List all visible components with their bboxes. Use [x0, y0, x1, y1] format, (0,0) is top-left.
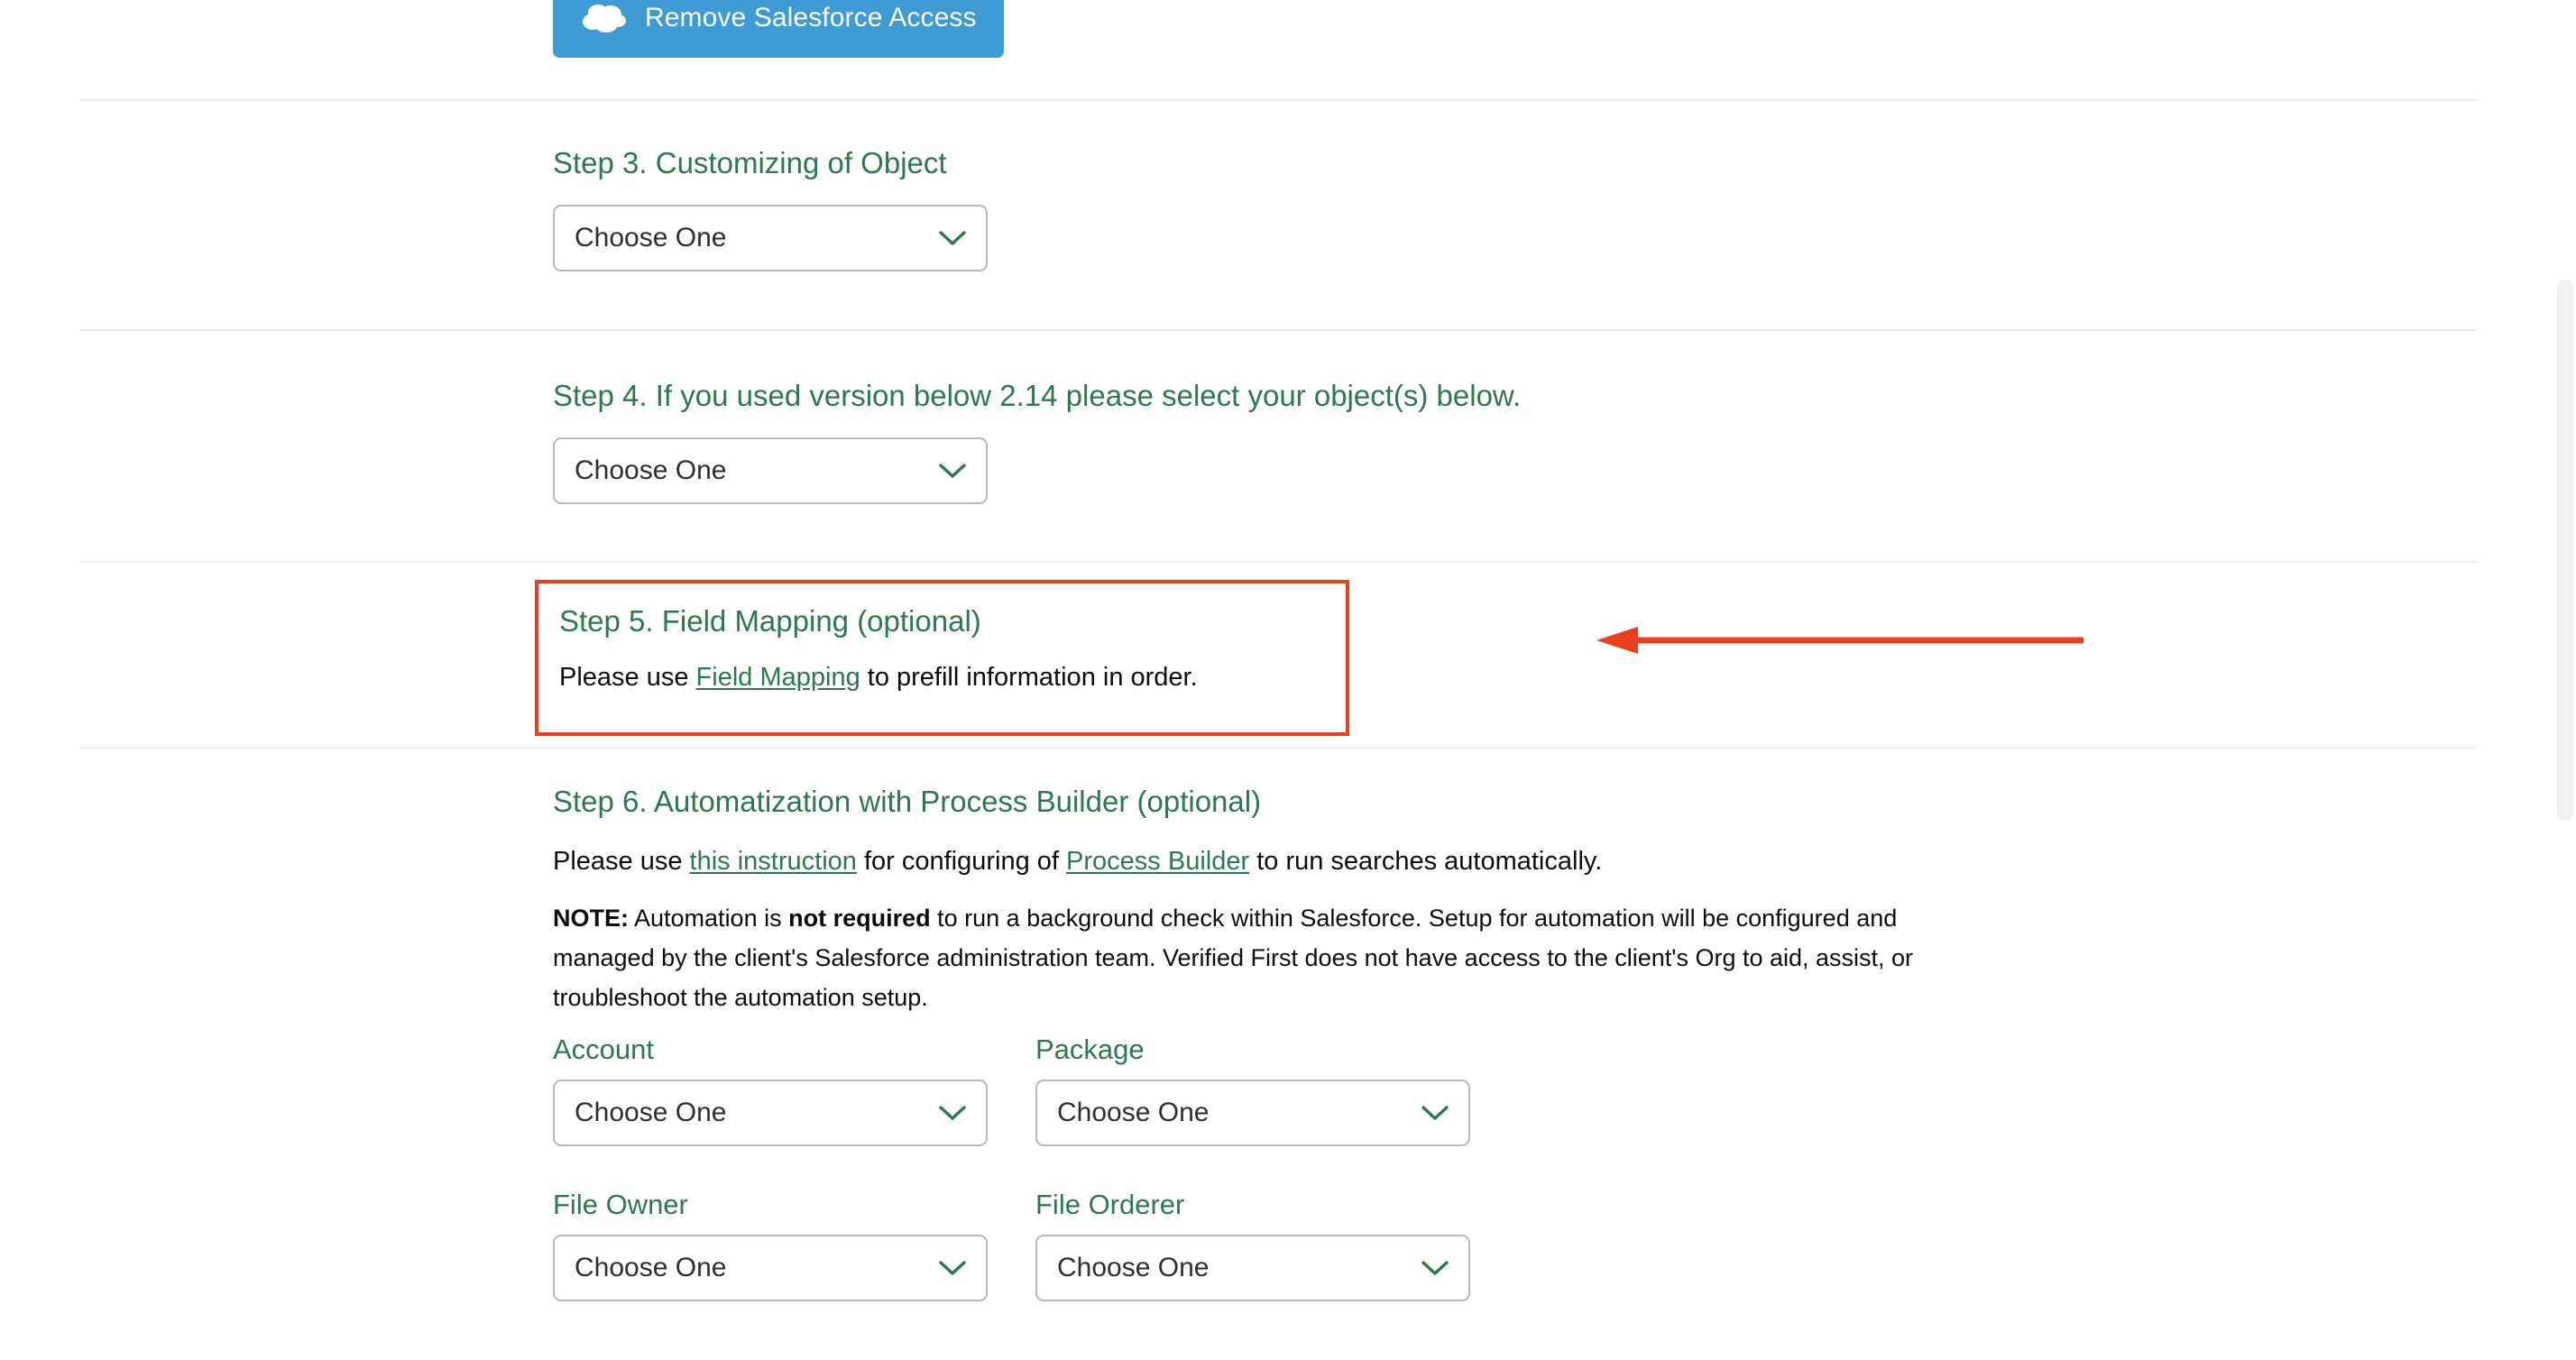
step-6-heading: Step 6. Automatization with Process Buil… — [553, 785, 1262, 818]
section-divider — [79, 99, 2476, 101]
automation-note: NOTE: Automation is not required to run … — [553, 899, 2001, 1017]
step-6-section: Step 6. Automatization with Process Buil… — [553, 783, 2001, 1017]
step-4-heading: Step 4. If you used version below 2.14 p… — [553, 379, 1522, 412]
page-scrollbar-thumb[interactable] — [2557, 280, 2573, 821]
step-5-text-before: Please use — [559, 663, 696, 693]
step-4-section: Step 4. If you used version below 2.14 p… — [553, 377, 1522, 505]
chevron-down-icon — [937, 1103, 968, 1123]
page-root: Remove Salesforce Access Step 3. Customi… — [0, 0, 2576, 1360]
file-owner-field-group: File Owner Choose One — [553, 1190, 988, 1301]
note-bold-phrase: not required — [788, 905, 931, 933]
chevron-down-icon — [1420, 1103, 1450, 1123]
package-field-group: Package Choose One — [1035, 1035, 1470, 1146]
remove-salesforce-access-label: Remove Salesforce Access — [645, 3, 977, 32]
account-field-group: Account Choose One — [553, 1035, 988, 1146]
step-6-description: Please use this instruction for configur… — [553, 843, 2001, 879]
salesforce-access-button-row: Remove Salesforce Access — [553, 0, 1004, 58]
package-select[interactable]: Choose One — [1035, 1080, 1470, 1146]
step-4-select[interactable]: Choose One — [553, 437, 988, 505]
account-label: Account — [553, 1034, 655, 1065]
chevron-down-icon — [937, 461, 968, 481]
section-divider — [79, 747, 2476, 749]
remove-salesforce-access-button[interactable]: Remove Salesforce Access — [553, 0, 1004, 58]
section-divider — [79, 561, 2476, 563]
file-orderer-select[interactable]: Choose One — [1035, 1235, 1470, 1301]
file-orderer-label: File Orderer — [1035, 1189, 1185, 1220]
package-label: Package — [1035, 1034, 1145, 1065]
salesforce-cloud-icon — [580, 2, 629, 34]
note-part1: Automation is — [629, 905, 789, 933]
file-owner-label: File Owner — [553, 1189, 688, 1220]
step-4-select-value: Choose One — [575, 455, 727, 486]
process-builder-link[interactable]: Process Builder — [1066, 847, 1249, 876]
section-divider — [79, 329, 2476, 331]
file-owner-select-value: Choose One — [575, 1253, 727, 1282]
field-mapping-link[interactable]: Field Mapping — [696, 663, 860, 692]
chevron-down-icon — [937, 1258, 968, 1278]
step-5-section: Step 5. Field Mapping (optional) Please … — [559, 602, 1198, 695]
red-arrow-annotation — [1596, 622, 2084, 658]
step-6-text-part2: for configuring of — [856, 847, 1067, 877]
file-orderer-select-value: Choose One — [1057, 1253, 1210, 1282]
step-3-select-value: Choose One — [575, 223, 727, 253]
account-select-value: Choose One — [575, 1098, 727, 1127]
step-5-heading: Step 5. Field Mapping (optional) — [559, 604, 981, 638]
file-orderer-field-group: File Orderer Choose One — [1035, 1190, 1470, 1301]
package-select-value: Choose One — [1057, 1098, 1210, 1127]
step-5-description: Please use Field Mapping to prefill info… — [559, 659, 1198, 695]
account-select[interactable]: Choose One — [553, 1080, 988, 1146]
step-3-section: Step 3. Customizing of Object Choose One — [553, 144, 988, 272]
chevron-down-icon — [1420, 1258, 1450, 1278]
step-3-heading: Step 3. Customizing of Object — [553, 146, 947, 179]
step-6-text-part1: Please use — [553, 847, 690, 877]
chevron-down-icon — [937, 228, 968, 248]
file-owner-select[interactable]: Choose One — [553, 1235, 988, 1301]
step-6-text-part3: to run searches automatically. — [1249, 847, 1603, 877]
step-5-text-after: to prefill information in order. — [860, 663, 1198, 693]
step-3-select[interactable]: Choose One — [553, 205, 988, 272]
page-scrollbar-track[interactable] — [2554, 0, 2576, 1360]
this-instruction-link[interactable]: this instruction — [690, 847, 857, 876]
note-prefix: NOTE: — [553, 905, 629, 933]
